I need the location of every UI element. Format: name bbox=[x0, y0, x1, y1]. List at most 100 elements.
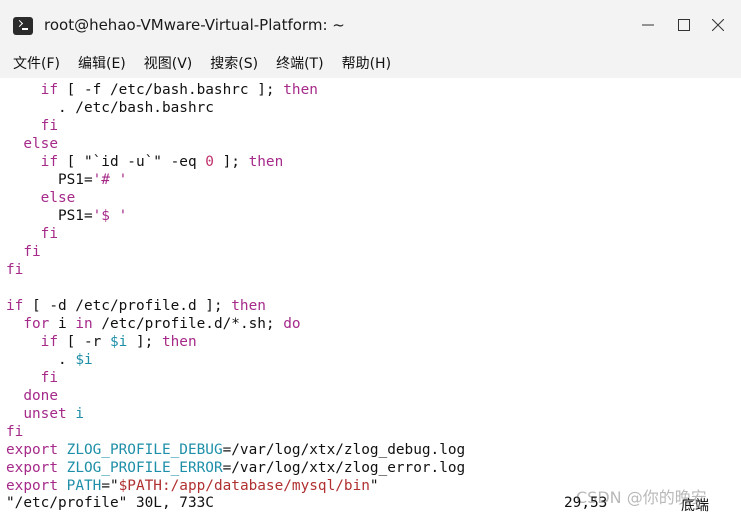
title-bar: root@hehao-VMware-Virtual-Platform: ~ bbox=[0, 0, 741, 48]
editor-text: if [ -f /etc/bash.bashrc ]; then . /etc/… bbox=[6, 81, 465, 495]
menu-edit[interactable]: 编辑(E) bbox=[78, 53, 126, 73]
minimize-icon bbox=[642, 24, 654, 26]
code-token: fi bbox=[40, 118, 58, 134]
code-token: =/var/log/xtx/zlog_error.log bbox=[222, 460, 466, 476]
code-token: [ -r bbox=[57, 334, 110, 350]
code-token: fi bbox=[23, 244, 41, 260]
code-line: PS1='# ' bbox=[6, 171, 465, 189]
code-line: fi bbox=[6, 117, 465, 135]
code-token: =" bbox=[101, 478, 119, 494]
code-token: i bbox=[75, 406, 84, 422]
code-line: if [ -r $i ]; then bbox=[6, 333, 465, 351]
status-cursor-position: 29,53 bbox=[564, 495, 608, 511]
code-line: if [ -d /etc/profile.d ]; then bbox=[6, 297, 465, 315]
code-token: PS1= bbox=[6, 208, 93, 224]
maximize-icon bbox=[678, 19, 690, 31]
menu-search[interactable]: 搜索(S) bbox=[210, 53, 258, 73]
code-token: [ "`id -u`" -eq bbox=[57, 154, 206, 170]
terminal-area[interactable]: if [ -f /etc/bash.bashrc ]; then . /etc/… bbox=[0, 80, 741, 513]
code-token: " bbox=[369, 478, 379, 494]
window-title: root@hehao-VMware-Virtual-Platform: ~ bbox=[44, 16, 345, 34]
code-token: ZLOG_PROFILE_ERROR bbox=[66, 460, 223, 476]
code-token: . bbox=[6, 352, 76, 368]
code-token: '$ ' bbox=[92, 208, 128, 224]
code-line: export ZLOG_PROFILE_DEBUG=/var/log/xtx/z… bbox=[6, 441, 465, 459]
menu-view[interactable]: 视图(V) bbox=[144, 53, 193, 73]
menu-help[interactable]: 帮助(H) bbox=[342, 53, 391, 73]
code-line: unset i bbox=[6, 405, 465, 423]
close-icon bbox=[712, 19, 724, 31]
code-token: done bbox=[23, 388, 58, 404]
code-token: $i bbox=[75, 352, 93, 368]
code-token: then bbox=[231, 298, 266, 314]
code-token: do bbox=[283, 316, 301, 332]
code-line: if [ -f /etc/bash.bashrc ]; then bbox=[6, 81, 465, 99]
code-token: fi bbox=[40, 226, 58, 242]
minimize-button[interactable] bbox=[630, 10, 666, 40]
code-line: fi bbox=[6, 423, 465, 441]
code-token: if bbox=[40, 334, 58, 350]
code-line: . $i bbox=[6, 351, 465, 369]
terminal-app-icon bbox=[13, 17, 33, 35]
maximize-button[interactable] bbox=[666, 10, 702, 40]
code-token: =/var/log/xtx/zlog_debug.log bbox=[222, 442, 466, 458]
code-line: if [ "`id -u`" -eq 0 ]; then bbox=[6, 153, 465, 171]
menu-bar: 文件(F) 编辑(E) 视图(V) 搜索(S) 终端(T) 帮助(H) bbox=[0, 48, 741, 78]
code-line: else bbox=[6, 135, 465, 153]
code-token: if bbox=[6, 298, 24, 314]
code-line: fi bbox=[6, 369, 465, 387]
code-line: fi bbox=[6, 225, 465, 243]
code-line: export ZLOG_PROFILE_ERROR=/var/log/xtx/z… bbox=[6, 459, 465, 477]
code-line: export PATH="$PATH:/app/database/mysql/b… bbox=[6, 477, 465, 495]
code-token: ]; bbox=[213, 154, 249, 170]
code-token: then bbox=[283, 82, 318, 98]
status-scroll-position: 底端 bbox=[681, 498, 709, 513]
code-token: :/app/database/mysql/bin bbox=[161, 478, 370, 494]
code-token: i bbox=[49, 316, 76, 332]
code-token: fi bbox=[6, 424, 24, 440]
code-token: if bbox=[40, 154, 58, 170]
code-line: fi bbox=[6, 261, 465, 279]
code-token: in bbox=[75, 316, 93, 332]
code-token: ZLOG_PROFILE_DEBUG bbox=[66, 442, 223, 458]
code-token: PATH bbox=[66, 478, 102, 494]
code-token: export bbox=[6, 442, 58, 458]
code-token: fi bbox=[40, 370, 58, 386]
code-line: for i in /etc/profile.d/*.sh; do bbox=[6, 315, 465, 333]
code-token: then bbox=[161, 334, 197, 350]
code-token: then bbox=[248, 154, 284, 170]
code-token: else bbox=[40, 190, 76, 206]
code-token: '# ' bbox=[92, 172, 128, 188]
menu-terminal[interactable]: 终端(T) bbox=[276, 53, 323, 73]
code-token: export bbox=[6, 478, 58, 494]
code-token: $PATH bbox=[118, 478, 162, 494]
code-line: fi bbox=[6, 243, 465, 261]
menu-file[interactable]: 文件(F) bbox=[13, 53, 60, 73]
code-line: else bbox=[6, 189, 465, 207]
code-token: /etc/profile.d/*.sh; bbox=[92, 316, 284, 332]
code-token: $i bbox=[109, 334, 128, 350]
scrollbar[interactable] bbox=[733, 80, 741, 513]
code-token: for bbox=[23, 316, 50, 332]
code-token: else bbox=[23, 136, 58, 152]
code-token: . /etc/bash.bashrc bbox=[6, 100, 214, 116]
code-token: unset bbox=[23, 406, 67, 422]
code-line: . /etc/bash.bashrc bbox=[6, 99, 465, 117]
close-button[interactable] bbox=[700, 10, 736, 40]
code-token: 0 bbox=[205, 154, 214, 170]
